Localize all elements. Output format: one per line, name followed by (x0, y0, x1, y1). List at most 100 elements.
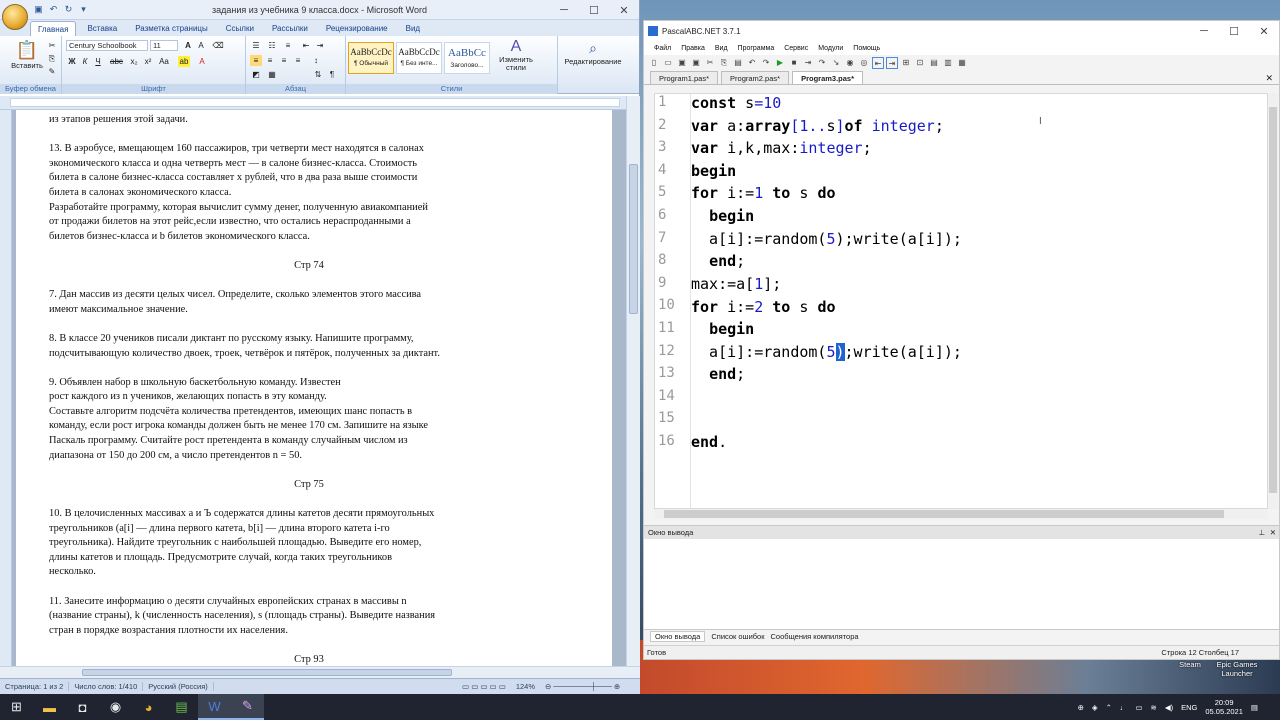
wifi-icon[interactable]: ≋ (1151, 703, 1157, 712)
font-color-icon[interactable]: A (196, 56, 208, 67)
tab-mailings[interactable]: Рассылки (265, 21, 315, 36)
cut-icon[interactable]: ✂ (46, 40, 58, 51)
indent-icon[interactable]: ⇤ (872, 57, 884, 69)
strikethrough-icon[interactable]: abc (110, 56, 123, 67)
tab-references[interactable]: Ссылки (219, 21, 261, 36)
document-area[interactable]: из этапов решения этой задачи. 13. В аэр… (12, 110, 626, 666)
run-icon[interactable]: ▶ (774, 57, 786, 69)
maximize-button[interactable]: ☐ (579, 0, 609, 20)
clear-format-icon[interactable]: ⌫ (212, 40, 224, 51)
clock[interactable]: 20:09 05.05.2021 (1205, 698, 1243, 716)
stop-icon[interactable]: ■ (788, 57, 800, 69)
scroll-thumb[interactable] (664, 510, 1224, 518)
change-case-icon[interactable]: Aa (158, 56, 170, 67)
multilevel-list-icon[interactable]: ≡ (282, 40, 294, 51)
pin-icon[interactable]: ⊥ (1258, 526, 1265, 540)
copy-icon[interactable]: ⎘ (46, 53, 58, 64)
font-size-field[interactable]: 11 (150, 40, 178, 51)
tab-errors[interactable]: Список ошибок (711, 632, 764, 641)
tab-home[interactable]: Главная (30, 21, 77, 36)
tab-compiler-messages[interactable]: Сообщения компилятора (771, 632, 859, 641)
line-spacing-icon[interactable]: ↕ (310, 55, 322, 66)
show-marks-icon[interactable]: ¶ (326, 69, 338, 80)
office-button[interactable] (2, 4, 28, 30)
minimize-button[interactable]: ─ (549, 0, 579, 20)
menu-help[interactable]: Помощь (853, 45, 880, 52)
notifications-icon[interactable]: ▤ (1251, 703, 1258, 712)
scroll-thumb[interactable] (629, 164, 638, 314)
align-right-icon[interactable]: ≡ (278, 55, 290, 66)
close-tab-icon[interactable]: ✕ (1265, 73, 1279, 84)
menu-file[interactable]: Файл (654, 45, 671, 52)
zoom-slider[interactable]: ⊖ ───────┼─── ⊕ (540, 682, 640, 691)
shield-icon[interactable]: ◈ (1092, 703, 1098, 712)
maximize-button[interactable]: ☐ (1219, 21, 1249, 41)
chrome-icon[interactable]: ◕ (132, 694, 165, 720)
underline-icon[interactable]: Ч (92, 56, 104, 67)
input-language[interactable]: ENG (1181, 703, 1197, 712)
comment-icon[interactable]: ▤ (928, 57, 940, 69)
word-count[interactable]: Число слов: 1/410 (69, 682, 144, 691)
pascal-taskbar-icon[interactable]: ✎ (231, 694, 264, 720)
editing-button[interactable]: ⌕ Редактирование (562, 40, 624, 66)
tab-program1[interactable]: Program1.pas* (650, 71, 719, 84)
tab-insert[interactable]: Вставка (80, 21, 124, 36)
redo-icon[interactable]: ↷ (760, 57, 772, 69)
page-count[interactable]: Страница: 1 из 2 (0, 682, 70, 691)
start-icon[interactable]: ⊞ (0, 694, 33, 720)
minimize-button[interactable]: ─ (1189, 21, 1219, 41)
increase-indent-icon[interactable]: ⇥ (314, 40, 326, 51)
vertical-ruler[interactable] (0, 110, 12, 666)
copy-icon[interactable]: ⎘ (718, 57, 730, 69)
word-taskbar-icon[interactable]: W (198, 694, 231, 720)
menu-program[interactable]: Программа (738, 45, 775, 52)
borders-icon[interactable]: ▦ (266, 69, 278, 80)
breakpoint-icon[interactable]: ◉ (844, 57, 856, 69)
document-page[interactable]: из этапов решения этой задачи. 13. В аэр… (16, 110, 612, 666)
style-no-spacing[interactable]: AaBbCcDc ¶ Без инте... (396, 42, 442, 74)
zoom-level[interactable]: 124% (511, 682, 540, 691)
close-button[interactable]: ✕ (1249, 21, 1279, 41)
bullets-icon[interactable]: ☰ (250, 40, 262, 51)
step-into-icon[interactable]: ↘ (830, 57, 842, 69)
step-over-icon[interactable]: ↷ (816, 57, 828, 69)
undo-icon[interactable]: ↶ (746, 57, 758, 69)
display-icon[interactable]: ▭ (1135, 703, 1142, 712)
change-styles-button[interactable]: A Изменить стили (496, 38, 536, 72)
outdent-icon[interactable]: ⇥ (886, 57, 898, 69)
redo-icon[interactable]: ↻ (62, 3, 75, 16)
close-button[interactable]: ✕ (609, 0, 639, 20)
shrink-font-icon[interactable]: A (195, 40, 207, 51)
scroll-thumb[interactable] (82, 669, 452, 676)
tab-review[interactable]: Рецензирование (319, 21, 395, 36)
desktop-icon-steam[interactable]: Steam (1172, 660, 1208, 669)
menu-edit[interactable]: Правка (681, 45, 705, 52)
justify-icon[interactable]: ≡ (292, 55, 304, 66)
camera-icon[interactable]: ◘ (66, 694, 99, 720)
cut-icon[interactable]: ✂ (704, 57, 716, 69)
horizontal-scrollbar[interactable] (0, 666, 640, 678)
language[interactable]: Русский (Россия) (143, 682, 214, 691)
save-icon[interactable]: ▣ (676, 57, 688, 69)
code-editor[interactable]: 1 2 3 4 5 6 7 8 9 10 11 12 13 14 15 16 const s=10 var a… (654, 93, 1268, 509)
paste-icon[interactable]: ▤ (732, 57, 744, 69)
tab-output[interactable]: Окно вывода (650, 631, 706, 642)
format-icon[interactable]: ⊞ (900, 57, 912, 69)
chevron-up-icon[interactable]: ⌃ (1106, 703, 1112, 712)
volume-icon[interactable]: ◀) (1165, 703, 1173, 712)
subscript-icon[interactable]: x₂ (128, 56, 140, 67)
output-window[interactable] (644, 539, 1279, 629)
desktop-icon-epic[interactable]: Epic Games Launcher (1212, 660, 1262, 678)
italic-icon[interactable]: К (79, 56, 91, 67)
network-icon[interactable]: ⊕ (1078, 703, 1084, 712)
align-center-icon[interactable]: ≡ (264, 55, 276, 66)
form-icon[interactable]: ⊡ (914, 57, 926, 69)
menu-modules[interactable]: Модули (818, 45, 843, 52)
highlight-icon[interactable]: ab (178, 56, 190, 67)
obs-icon[interactable]: ◉ (99, 694, 132, 720)
notepad-icon[interactable]: ▤ (165, 694, 198, 720)
new-file-icon[interactable]: ▯ (648, 57, 660, 69)
mic-icon[interactable]: ♩ (1120, 703, 1128, 712)
watch-icon[interactable]: ◎ (858, 57, 870, 69)
font-name-field[interactable]: Century Schoolbook (66, 40, 148, 51)
